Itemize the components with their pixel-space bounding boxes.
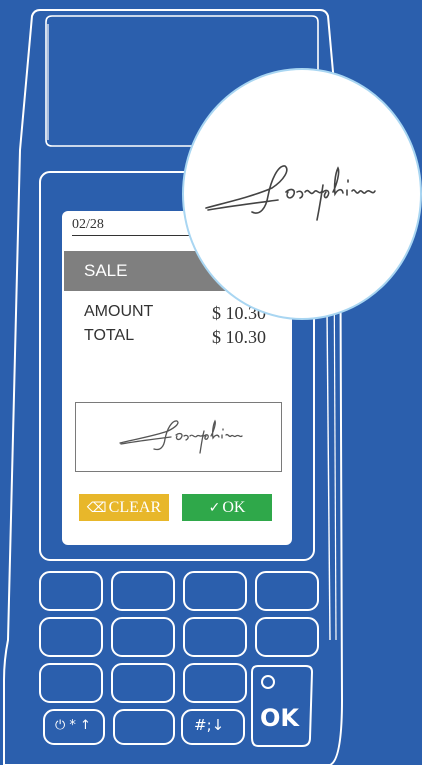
hash-key-label: #;↓ [194,716,225,734]
total-value: $ 10.30 [212,327,266,347]
eraser-icon: ⌫ [86,500,107,516]
check-circle-icon: ✓ [208,500,221,516]
total-label: TOTAL [84,327,135,344]
signature-pad[interactable] [75,402,282,472]
clear-label: CLEAR [108,499,162,516]
signature-magnifier [182,68,422,320]
power-star-key-label: ⏻ * ↑ [55,718,91,733]
clear-button[interactable]: ⌫ CLEAR [79,494,169,521]
ok-button[interactable]: ✓ OK [182,494,272,521]
amount-label: AMOUNT [84,303,154,320]
signature-image-large [205,165,376,221]
total-row: TOTAL $ 10.30 [84,327,284,349]
ok-label: OK [222,499,246,516]
ok-key-label: OK [260,704,299,732]
signature-image [119,419,243,454]
